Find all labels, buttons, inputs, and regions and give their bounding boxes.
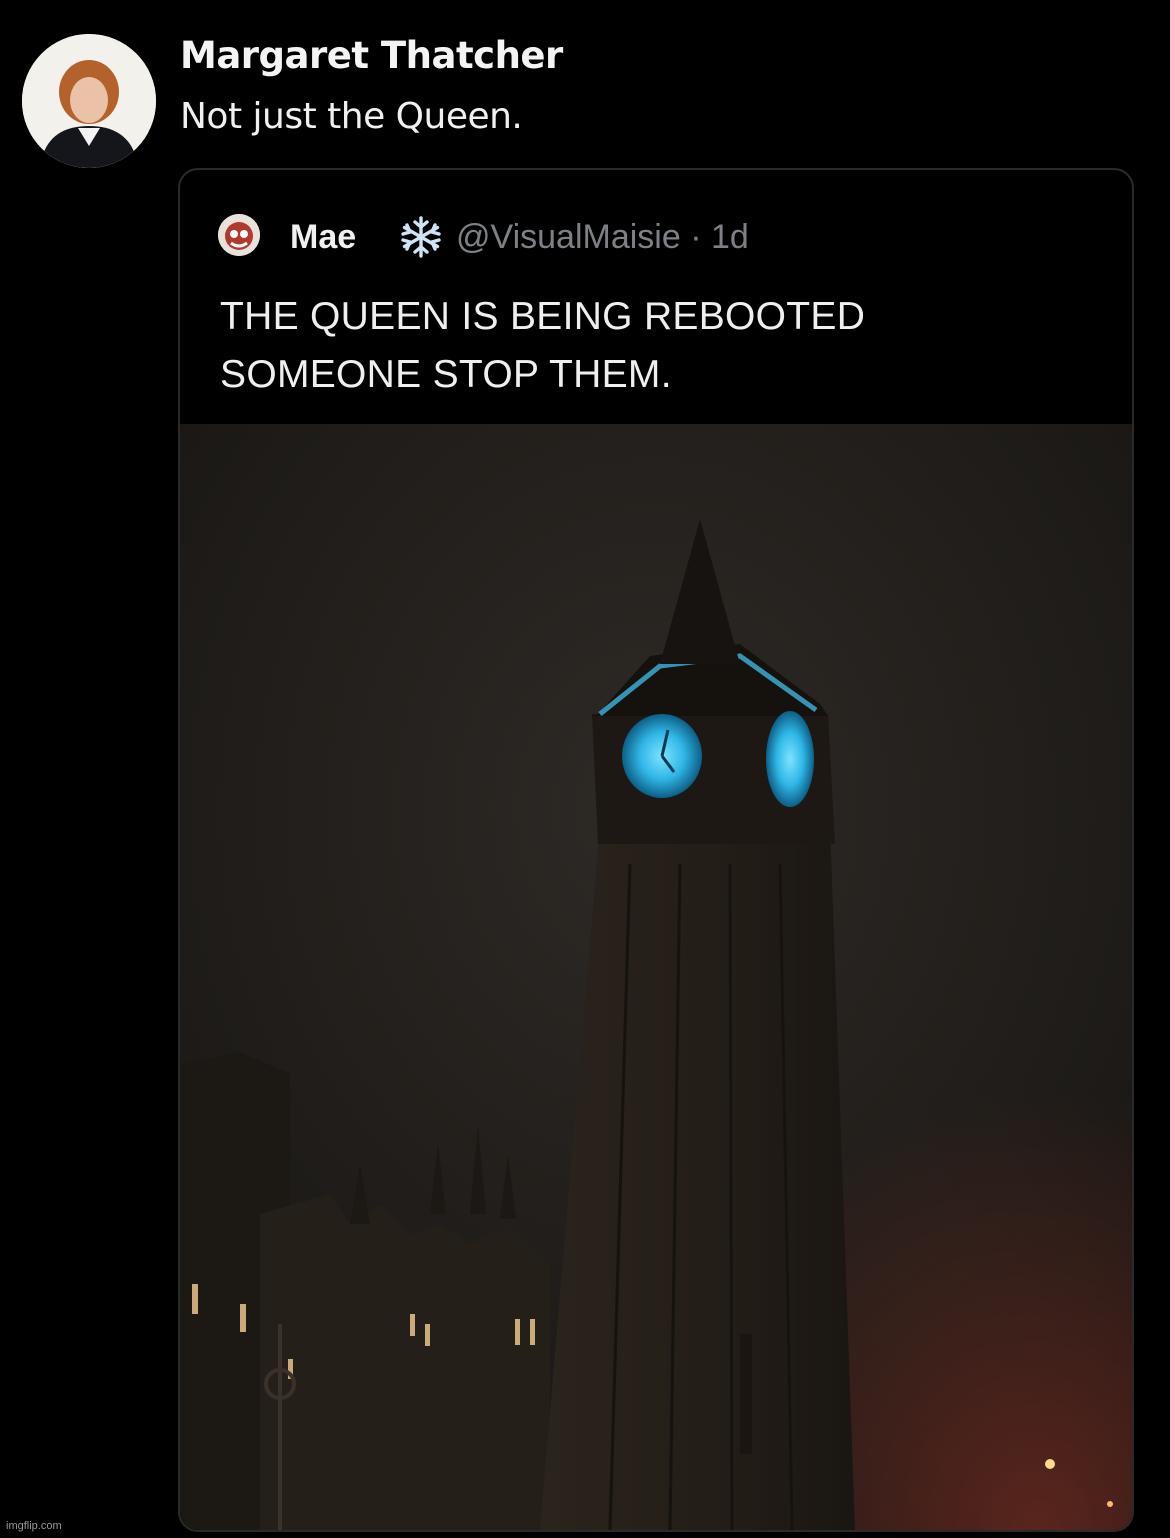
cartoon-avatar-icon xyxy=(218,214,260,256)
quoted-text-line-1: THE QUEEN IS BEING REBOOTED xyxy=(220,295,866,338)
quoted-author-name[interactable]: Mae xyxy=(290,218,356,257)
author-avatar[interactable] xyxy=(22,34,156,168)
quoted-text-line-2: SOMEONE STOP THEM. xyxy=(220,353,672,396)
author-name[interactable]: Margaret Thatcher xyxy=(180,34,563,77)
tweet-text: Not just the Queen. xyxy=(180,96,523,137)
tweet-media-photo[interactable] xyxy=(180,424,1132,1530)
clock-face-right xyxy=(766,711,814,807)
quoted-tweet-card[interactable]: Mae @VisualMaisie · 1d THE QUEEN IS BEIN… xyxy=(178,168,1134,1532)
portrait-avatar-icon xyxy=(22,34,156,168)
quoted-author-avatar[interactable] xyxy=(218,214,260,256)
quoted-handle-and-time[interactable]: @VisualMaisie · 1d xyxy=(456,218,749,257)
watermark-text: imgflip.com xyxy=(6,1520,62,1532)
snowflake-icon xyxy=(401,216,441,258)
quoted-tweet-text: THE QUEEN IS BEING REBOOTED SOMEONE STOP… xyxy=(220,288,865,404)
